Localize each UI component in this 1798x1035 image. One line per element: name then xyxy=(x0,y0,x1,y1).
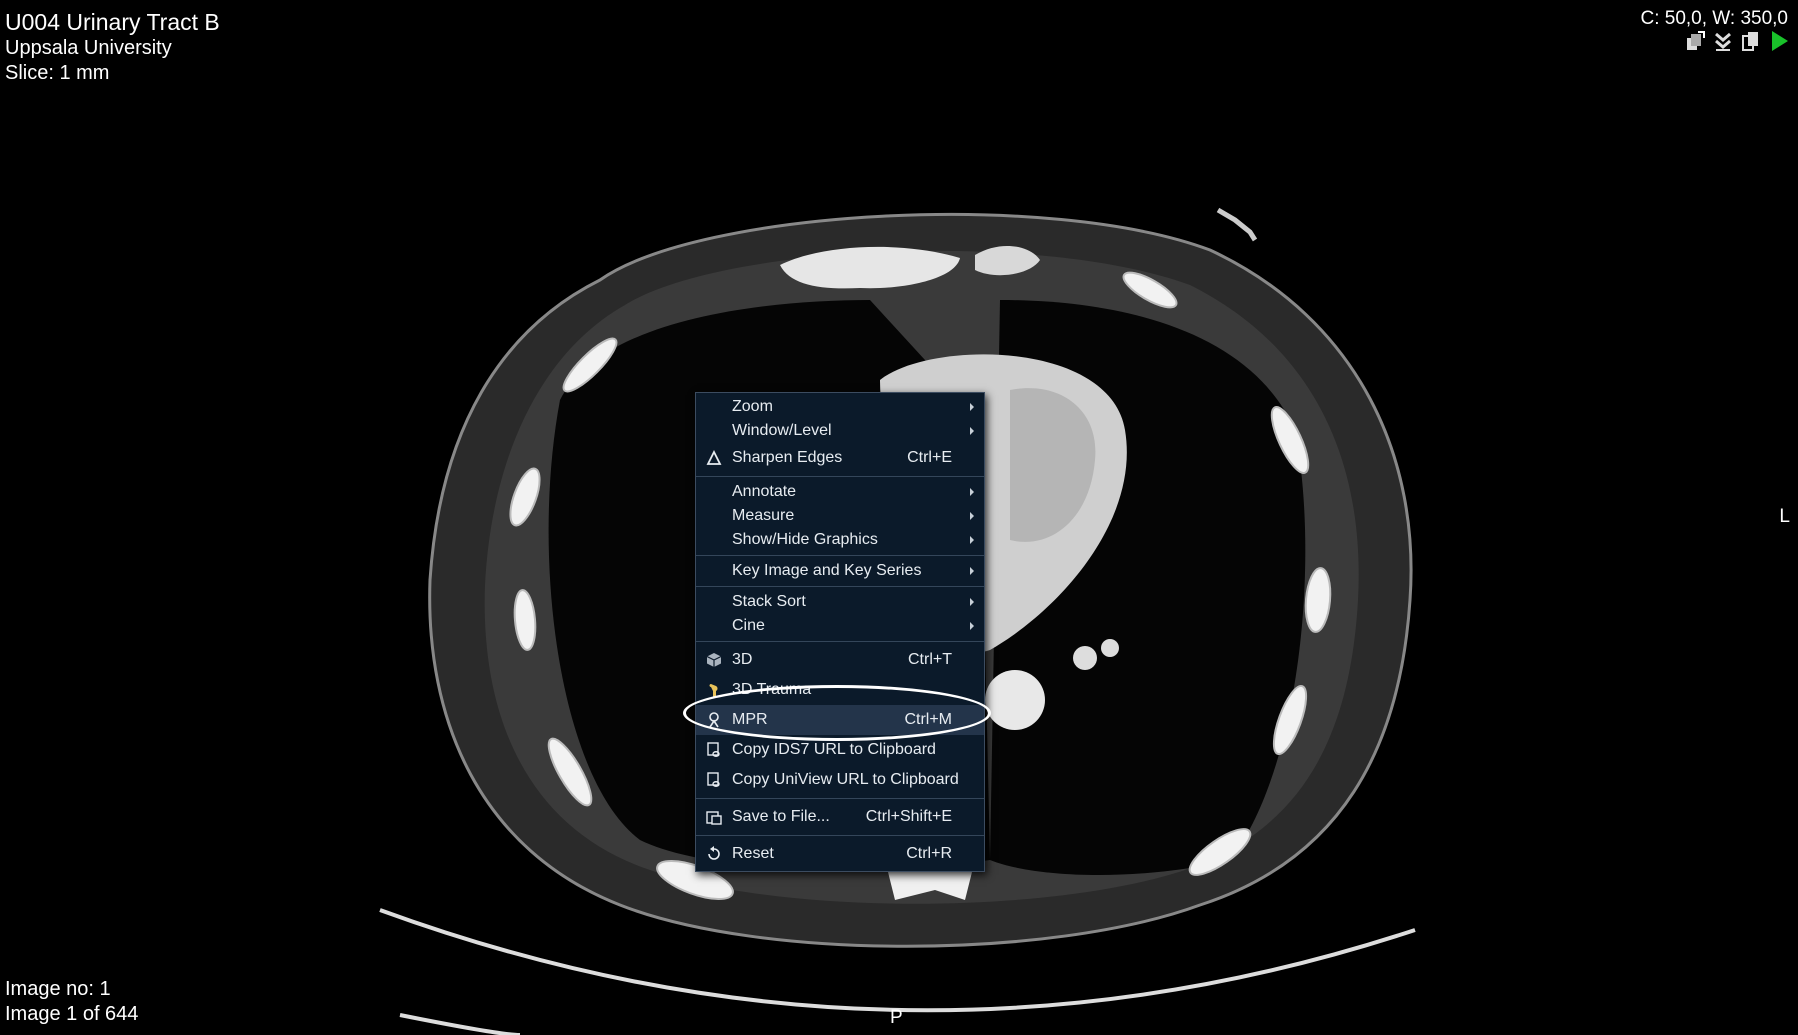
menu-item-show-hide-graphics[interactable]: Show/Hide Graphics xyxy=(696,528,984,552)
menu-item-copy-ids7-url[interactable]: Copy IDS7 URL to Clipboard xyxy=(696,735,984,765)
menu-item-3d[interactable]: 3D Ctrl+T xyxy=(696,645,984,675)
menu-item-key-image[interactable]: Key Image and Key Series xyxy=(696,559,984,583)
submenu-arrow-icon xyxy=(970,512,974,520)
download-icon[interactable] xyxy=(1712,30,1734,52)
submenu-arrow-icon xyxy=(970,427,974,435)
image-count-label: Image 1 of 644 xyxy=(5,1003,139,1025)
menu-item-cine[interactable]: Cine xyxy=(696,614,984,638)
institution-label: Uppsala University xyxy=(5,37,172,59)
patient-info-overlay: U004 Urinary Tract B Uppsala University … xyxy=(5,8,220,86)
menu-divider xyxy=(696,641,984,642)
slice-thickness-label: Slice: 1 mm xyxy=(5,62,110,84)
clipboard-link-icon xyxy=(705,771,723,789)
menu-item-zoom[interactable]: Zoom xyxy=(696,395,984,419)
clipboard-link-icon xyxy=(705,741,723,759)
menu-item-window-level[interactable]: Window/Level xyxy=(696,419,984,443)
bone-icon xyxy=(705,681,723,699)
image-number-label: Image no: 1 xyxy=(5,978,111,1000)
orientation-right-label: L xyxy=(1779,506,1790,527)
play-icon[interactable] xyxy=(1768,30,1790,52)
stack-icon[interactable] xyxy=(1684,30,1706,52)
submenu-arrow-icon xyxy=(970,536,974,544)
menu-item-reset[interactable]: Reset Ctrl+R xyxy=(696,839,984,869)
menu-item-3d-trauma[interactable]: 3D Trauma xyxy=(696,675,984,705)
window-level-readout: C: 50,0, W: 350,0 xyxy=(1640,8,1788,29)
menu-divider xyxy=(696,476,984,477)
menu-item-copy-uniview-url[interactable]: Copy UniView URL to Clipboard xyxy=(696,765,984,795)
study-title: U004 Urinary Tract B xyxy=(5,9,220,35)
menu-item-sharpen-edges[interactable]: Sharpen Edges Ctrl+E xyxy=(696,443,984,473)
menu-item-mpr[interactable]: MPR Ctrl+M xyxy=(696,705,984,735)
copy-icon[interactable] xyxy=(1740,30,1762,52)
mpr-icon xyxy=(705,711,723,729)
menu-item-save-to-file[interactable]: Save to File... Ctrl+Shift+E xyxy=(696,802,984,832)
context-menu: Zoom Window/Level Sharpen Edges Ctrl+E A… xyxy=(695,392,985,872)
menu-divider xyxy=(696,586,984,587)
orientation-bottom-label: P xyxy=(890,1007,903,1028)
viewport-toolbar xyxy=(1684,30,1790,52)
submenu-arrow-icon xyxy=(970,567,974,575)
cube-icon xyxy=(705,651,723,669)
menu-item-stack-sort[interactable]: Stack Sort xyxy=(696,590,984,614)
menu-item-annotate[interactable]: Annotate xyxy=(696,480,984,504)
submenu-arrow-icon xyxy=(970,598,974,606)
menu-divider xyxy=(696,835,984,836)
image-info-overlay: Image no: 1 Image 1 of 644 xyxy=(5,977,138,1027)
delta-icon xyxy=(705,449,723,467)
save-file-icon xyxy=(705,808,723,826)
menu-divider xyxy=(696,798,984,799)
menu-item-measure[interactable]: Measure xyxy=(696,504,984,528)
submenu-arrow-icon xyxy=(970,622,974,630)
menu-divider xyxy=(696,555,984,556)
submenu-arrow-icon xyxy=(970,403,974,411)
reset-icon xyxy=(705,845,723,863)
submenu-arrow-icon xyxy=(970,488,974,496)
